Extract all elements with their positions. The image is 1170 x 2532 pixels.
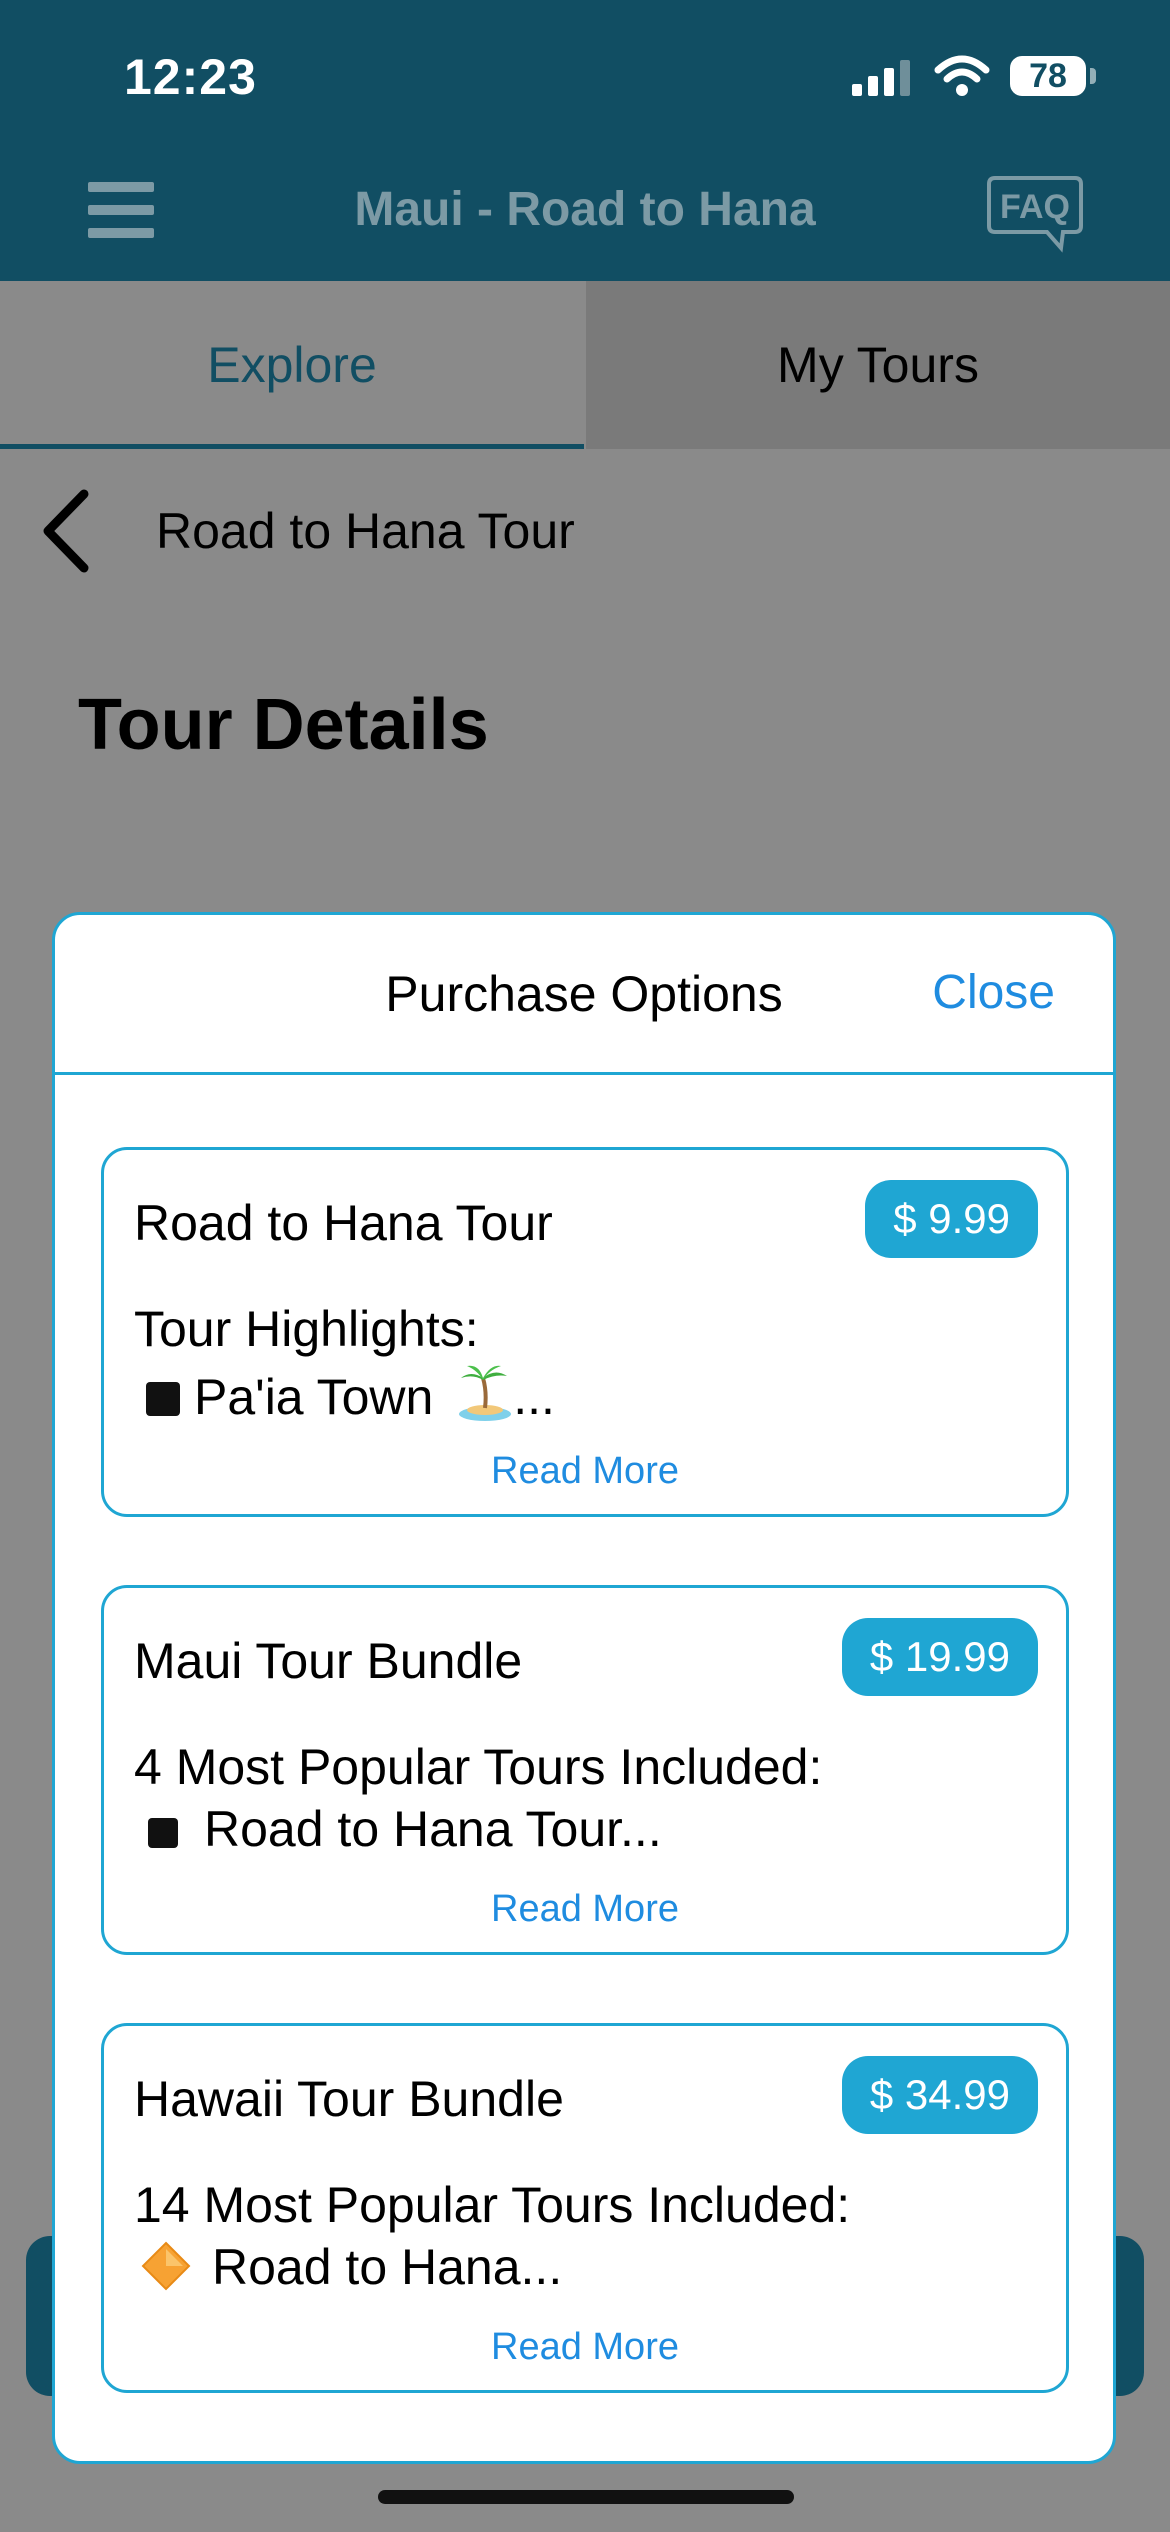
read-more-link[interactable]: Read More [104, 1450, 1066, 1493]
price-button[interactable]: $ 9.99 [865, 1180, 1038, 1258]
black-square-icon [148, 1818, 178, 1848]
tab-explore[interactable]: Explore [0, 281, 584, 449]
card-title: Maui Tour Bundle [134, 1633, 523, 1689]
card-title: Hawaii Tour Bundle [134, 2071, 564, 2127]
purchase-option-card[interactable]: Hawaii Tour Bundle $ 34.99 14 Most Popul… [101, 2023, 1069, 2393]
palm-island-icon [459, 1365, 512, 1421]
card-description-line: Tour Highlights: [134, 1301, 479, 1357]
price-button[interactable]: $ 34.99 [841, 2056, 1038, 2134]
status-time: 12:23 [124, 49, 257, 105]
included-tour-text: Road to Hana Tour... [204, 1801, 662, 1857]
tab-bar: Explore My Tours [0, 281, 1170, 449]
close-button[interactable]: Close [932, 965, 1055, 1020]
app-bar: Maui - Road to Hana FAQ [0, 140, 1170, 281]
battery-cap [1090, 68, 1096, 84]
tab-my-tours[interactable]: My Tours [586, 281, 1170, 449]
purchase-option-card[interactable]: Maui Tour Bundle $ 19.99 4 Most Popular … [101, 1585, 1069, 1955]
black-square-icon [146, 1382, 180, 1416]
purchase-options-modal: Purchase Options Close Road to Hana Tour… [52, 912, 1116, 2464]
back-chevron-icon[interactable] [36, 486, 96, 576]
back-row: Road to Hana Tour [0, 470, 1170, 590]
faq-label: FAQ [1000, 188, 1070, 226]
status-bar: 12:23 78 [0, 0, 1170, 140]
card-description-line: 14 Most Popular Tours Included: [134, 2177, 851, 2233]
card-description-line: Road to Hana... [134, 2238, 562, 2296]
included-tour-text: Road to Hana... [212, 2239, 563, 2295]
modal-header: Purchase Options Close [55, 915, 1113, 1075]
page-heading: Tour Details [78, 685, 489, 765]
home-indicator [378, 2490, 794, 2504]
price-button[interactable]: $ 19.99 [841, 1618, 1038, 1696]
highlight-text: Pa'ia Town [194, 1369, 434, 1425]
highlight-ellipsis: ... [513, 1369, 555, 1425]
card-description-line: Road to Hana Tour... [134, 1800, 662, 1858]
card-description-line: 4 Most Popular Tours Included: [134, 1739, 823, 1795]
wifi-icon [934, 55, 990, 96]
card-description-line: Pa'ia Town ... [134, 1362, 555, 1426]
signal-icon [852, 60, 910, 96]
read-more-link[interactable]: Read More [104, 1888, 1066, 1931]
faq-icon[interactable]: FAQ [985, 174, 1085, 258]
orange-diamond-icon [141, 2241, 191, 2291]
card-title: Road to Hana Tour [134, 1195, 553, 1251]
back-title: Road to Hana Tour [156, 503, 575, 559]
purchase-option-card[interactable]: Road to Hana Tour $ 9.99 Tour Highlights… [101, 1147, 1069, 1517]
read-more-link[interactable]: Read More [104, 2326, 1066, 2369]
battery-icon: 78 [1010, 56, 1086, 96]
